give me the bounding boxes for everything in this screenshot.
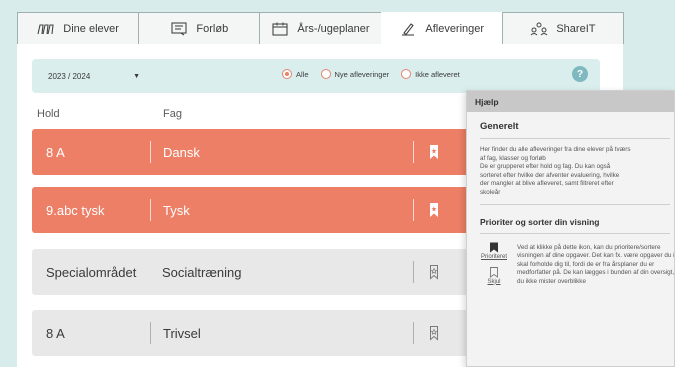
divider <box>413 199 414 221</box>
radio-dot <box>401 69 412 79</box>
row-hold: 9.abc tysk <box>46 202 105 218</box>
radio-label: Alle <box>296 69 309 79</box>
divider <box>150 141 151 163</box>
tab-shareit[interactable]: ShareIT <box>501 12 625 44</box>
tab-label: Afleveringer <box>425 22 485 35</box>
bookmark-outline-icon[interactable] <box>426 325 442 341</box>
divider <box>480 203 670 205</box>
tab-dine-elever[interactable]: Dine elever <box>17 12 140 44</box>
row-hold: 8 A <box>46 144 65 160</box>
radio-dot <box>320 69 331 79</box>
bookmark-filled-icon[interactable] <box>426 144 442 160</box>
status-radio-group: Alle Nye afleveringer Ikke afleveret <box>282 69 460 79</box>
school-year-value: 2023 / 2024 <box>48 71 91 81</box>
prioritized-label: Prioriteret <box>480 253 507 260</box>
help-prio-section: Prioriteret Skjul Ved at klikke på dette… <box>480 242 674 332</box>
tab-forlob[interactable]: Forløb <box>138 12 261 44</box>
bookmark-filled-icon[interactable] <box>426 202 442 218</box>
tab-label: Dine elever <box>63 22 119 35</box>
hide-label: Skjul <box>487 278 501 285</box>
help-general-title: Generelt <box>480 121 519 132</box>
share-icon <box>530 22 548 36</box>
pencil-icon <box>399 22 417 36</box>
help-popover: Hjælp Generelt Her finder du alle afleve… <box>466 90 675 367</box>
chevron-down-icon: ▼ <box>133 72 140 80</box>
tab-label: Års-/ugeplaner <box>297 22 370 35</box>
radio-dot <box>282 69 292 79</box>
row-hold: Specialområdet <box>46 264 137 280</box>
bookmark-outline-icon[interactable] <box>426 264 442 280</box>
help-general-text: Her finder du alle afleveringer fra dine… <box>480 146 631 196</box>
radio-nye-afleveringer[interactable]: Nye afleveringer <box>320 69 390 79</box>
bookmark-outline-icon <box>490 266 498 278</box>
divider <box>413 141 414 163</box>
tab-aarsplaner[interactable]: Års-/ugeplaner <box>259 12 382 44</box>
radio-alle[interactable]: Alle <box>282 69 309 79</box>
divider <box>480 138 670 139</box>
row-hold: 8 A <box>46 325 65 341</box>
tab-afleveringer[interactable]: Afleveringer <box>380 12 503 44</box>
radio-label: Nye afleveringer <box>334 69 390 79</box>
help-popover-header: Hjælp <box>467 91 674 112</box>
calendar-icon <box>271 22 289 36</box>
radio-label: Ikke afleveret <box>415 69 460 79</box>
tab-label: Forløb <box>196 22 229 35</box>
help-prio-title: Prioriter og sorter din visning <box>480 216 600 227</box>
divider <box>413 322 414 344</box>
divider <box>413 261 414 283</box>
radio-ikke-afleveret[interactable]: Ikke afleveret <box>401 69 460 79</box>
column-header-hold: Hold <box>37 108 60 120</box>
divider <box>150 199 151 221</box>
divider <box>480 232 670 234</box>
column-header-fag: Fag <box>163 108 182 120</box>
school-year-select[interactable]: 2023 / 2024 ▼ <box>42 67 142 85</box>
tab-bar: Dine elever Forløb Års-/ugeplaner Afleve… <box>17 12 625 44</box>
help-prio-text: Ved at klikke på dette ikon, kan du prio… <box>517 243 675 285</box>
students-icon <box>37 22 55 36</box>
bookmark-filled-icon <box>490 242 498 253</box>
help-prio-legend: Prioriteret Skjul <box>480 242 508 285</box>
course-icon <box>170 21 188 36</box>
help-button[interactable]: ? <box>572 66 588 82</box>
filter-bar: 2023 / 2024 ▼ Alle Nye afleveringer Ikke… <box>32 59 600 93</box>
tab-label: ShareIT <box>556 22 596 35</box>
